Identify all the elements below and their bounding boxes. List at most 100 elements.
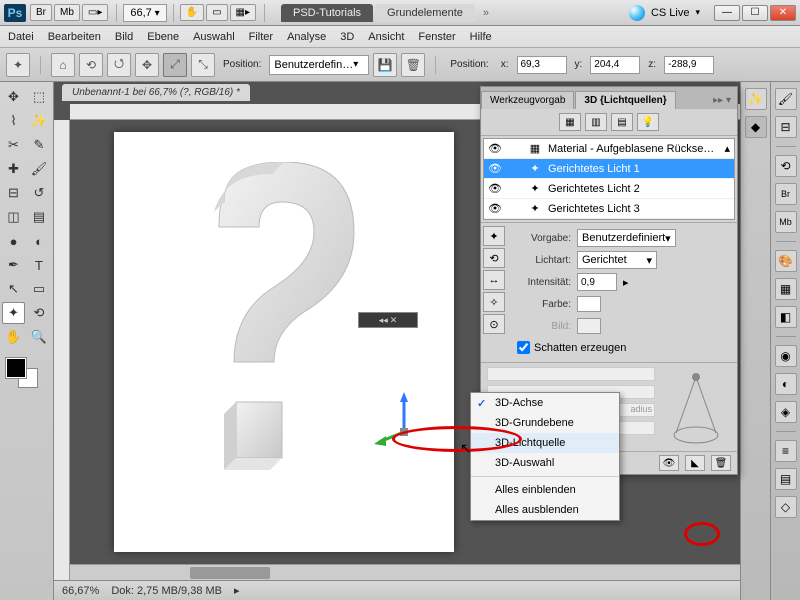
3d-rotate-icon[interactable]: ⟲ [79,53,103,77]
stamp-tool[interactable]: ⊟ [2,182,25,204]
menu-item[interactable]: Ansicht [368,31,404,43]
x-input[interactable] [517,56,567,74]
delete-light-icon[interactable]: 🗑 [711,455,731,471]
list-item[interactable]: 👁 ✦Gerichtetes Licht 3 [484,199,734,219]
eyedropper-tool[interactable]: ✎ [28,134,51,156]
ctx-alles-ausblenden[interactable]: Alles ausblenden [471,500,619,520]
swatches-panel-icon[interactable]: ▦ [775,278,797,300]
y-input[interactable] [590,56,640,74]
maximize-button[interactable]: ☐ [742,5,768,21]
history-brush-tool[interactable]: ↺ [28,182,51,204]
3d-lights-tab[interactable]: 3D {Lichtquellen} [575,91,675,109]
workspace-tab[interactable]: PSD-Tutorials [281,4,373,22]
menu-item[interactable]: Bearbeiten [48,31,101,43]
pen-tool[interactable]: ✒ [2,254,25,276]
arrange-button[interactable]: ▭▸ [82,4,108,21]
visibility-icon[interactable]: 👁 [488,142,502,156]
wand-tool[interactable]: ✨ [28,110,51,132]
color-panel-icon[interactable]: 🎨 [775,250,797,272]
light-type-dropdown[interactable]: Gerichtet▾ [577,251,657,269]
3d-orbit-tool[interactable]: ⟲ [28,302,51,324]
3d-rotate-tool[interactable]: ✦ [2,302,25,324]
position-preset-dropdown[interactable]: Benutzerdefin… ▾ [269,55,369,75]
brush-tool[interactable]: 🖌 [28,158,51,180]
color-swatch[interactable] [577,296,601,312]
light-rotate-icon[interactable]: ✦ [483,226,505,246]
brush-panel-icon[interactable]: 🖌 [775,88,797,110]
ctx-3d-grundebene[interactable]: 3D-Grundebene [471,413,619,433]
trash-icon[interactable]: 🗑 [401,53,425,77]
visibility-icon[interactable]: 👁 [488,182,502,196]
3d-question-mark[interactable]: ◂◂✕ [164,162,384,482]
canvas[interactable]: ◂◂✕ [114,132,454,552]
3d-pan-icon[interactable]: ✥ [135,53,159,77]
z-input[interactable] [664,56,714,74]
visibility-icon[interactable]: 👁 [488,202,502,216]
3d-scene-list[interactable]: 👁 ▦Material - Aufgeblasene Rückse…▴ 👁 ✦G… [483,138,735,220]
3d-scale-icon[interactable]: ⤡ [191,53,215,77]
ctx-3d-achse[interactable]: ✓3D-Achse [471,393,619,413]
dodge-tool[interactable]: ◐ [28,230,51,252]
light-cone-preview[interactable] [661,367,731,447]
filter-scene-icon[interactable]: ▦ [559,113,581,131]
intensity-input[interactable] [577,273,617,291]
mb-panel-icon[interactable]: Mb [775,211,797,233]
path-tool[interactable]: ↖ [2,278,25,300]
menu-item[interactable]: Ebene [147,31,179,43]
marquee-tool[interactable]: ⬚ [28,86,51,108]
eraser-tool[interactable]: ◫ [2,206,25,228]
ctx-alles-einblenden[interactable]: Alles einblenden [471,480,619,500]
panel-collapse-icon[interactable]: ▸▸ ▾ [707,92,737,109]
3d-home-icon[interactable]: ⌂ [51,53,75,77]
history-panel-icon[interactable]: ⟲ [775,155,797,177]
mask-panel-icon[interactable]: ◈ [775,401,797,423]
type-tool[interactable]: T [28,254,51,276]
document-tab[interactable]: Unbenannt-1 bei 66,7% (?, RGB/16) * [62,84,250,101]
menu-item[interactable]: Hilfe [470,31,492,43]
shadow-checkbox[interactable] [517,341,530,354]
light-pan-icon[interactable]: ⟲ [483,248,505,268]
menu-item[interactable]: Filter [249,31,273,43]
crop-tool[interactable]: ✂ [2,134,25,156]
channels-panel-icon[interactable]: ▤ [775,468,797,490]
light-point-icon[interactable]: ✧ [483,292,505,312]
new-light-icon[interactable]: ◣ [685,455,705,471]
workspace-tab[interactable]: Grundelemente [375,4,475,22]
screen-mode-icon[interactable]: ▦▸ [230,4,256,21]
light-home-icon[interactable]: ⊙ [483,314,505,334]
bridge-button[interactable]: Br [30,4,52,21]
zoom-dropdown[interactable]: 66,7 ▾ [123,4,166,22]
3d-widget-handle[interactable]: ◂◂✕ [358,312,418,328]
scrollbar-horizontal[interactable] [70,564,800,580]
lasso-tool[interactable]: ⌇ [2,110,25,132]
save-icon[interactable]: 💾 [373,53,397,77]
3d-panel-icon[interactable]: ◆ [745,116,767,138]
color-swatches[interactable] [2,356,51,390]
br-panel-icon[interactable]: Br [775,183,797,205]
ctx-3d-lichtquelle[interactable]: 3D-Lichtquelle [471,433,619,453]
3d-tool-icon[interactable]: ✦ [6,53,30,77]
chevron-right-icon[interactable]: » [483,7,489,19]
blur-tool[interactable]: ● [2,230,25,252]
ctx-3d-auswahl[interactable]: 3D-Auswahl [471,453,619,473]
status-zoom[interactable]: 66,67% [62,585,99,597]
filter-mesh-icon[interactable]: ▥ [585,113,607,131]
hand-tool[interactable]: ✋ [2,326,25,348]
zoom-tool[interactable]: 🔍 [28,326,51,348]
tool-presets-tab[interactable]: Werkzeugvorgab [481,91,574,109]
minibridge-button[interactable]: Mb [54,4,80,21]
visibility-icon[interactable]: 👁 [488,162,502,176]
preset-dropdown[interactable]: Benutzerdefiniert▾ [577,229,676,247]
gradient-tool[interactable]: ▤ [28,206,51,228]
minimize-button[interactable]: — [714,5,740,21]
menu-item[interactable]: Bild [115,31,133,43]
close-button[interactable]: ✕ [770,5,796,21]
wand-panel-icon[interactable]: ✨ [745,88,767,110]
menu-item[interactable]: Analyse [287,31,326,43]
3d-slide-icon[interactable]: ⤢ [163,53,187,77]
3d-axis-widget[interactable] [374,392,434,452]
menu-item[interactable]: Fenster [418,31,455,43]
toggle-overlay-icon[interactable]: 👁 [659,455,679,471]
light-slide-icon[interactable]: ↔ [483,270,505,290]
view-icon[interactable]: ▭ [206,4,227,21]
